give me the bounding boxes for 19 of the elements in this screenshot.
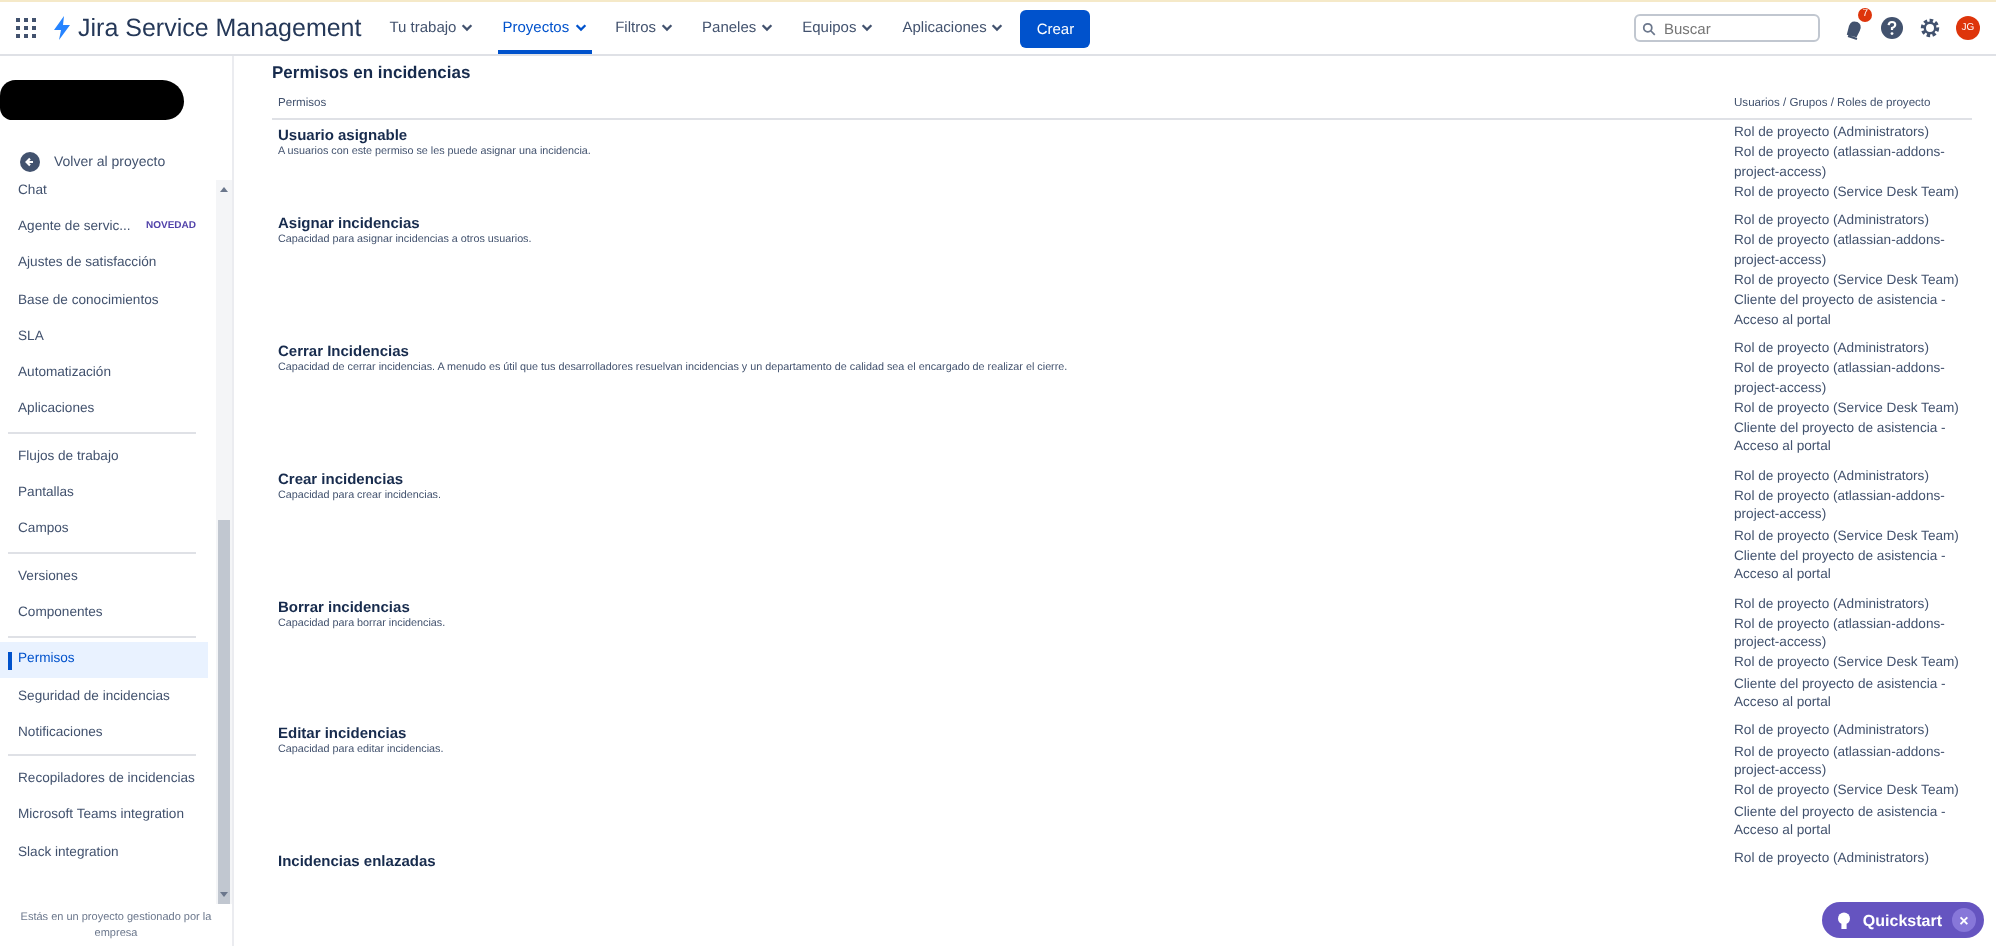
app-switcher-icon[interactable] xyxy=(16,18,36,38)
lightbulb-icon xyxy=(1836,911,1853,929)
help-icon[interactable] xyxy=(1880,16,1904,40)
scroll-up-icon[interactable] xyxy=(218,184,230,194)
caret-icon xyxy=(460,19,475,33)
close-icon[interactable]: × xyxy=(1952,908,1976,932)
bell-icon[interactable] xyxy=(1842,18,1866,42)
section-title: Permisos en incidencias xyxy=(272,62,473,82)
quickstart-button[interactable]: Quickstart × xyxy=(1822,902,1984,938)
caret-icon xyxy=(860,19,875,33)
product-name: Jira Service Management xyxy=(78,14,362,42)
lightning-logo-icon xyxy=(52,16,72,40)
settings-icon[interactable] xyxy=(1918,16,1942,40)
caret-icon xyxy=(573,19,588,33)
caret-icon xyxy=(760,19,775,33)
scroll-down-icon[interactable] xyxy=(218,890,230,900)
caret-icon xyxy=(660,19,675,33)
caret-icon xyxy=(990,19,1005,33)
back-arrow-icon xyxy=(20,152,40,172)
